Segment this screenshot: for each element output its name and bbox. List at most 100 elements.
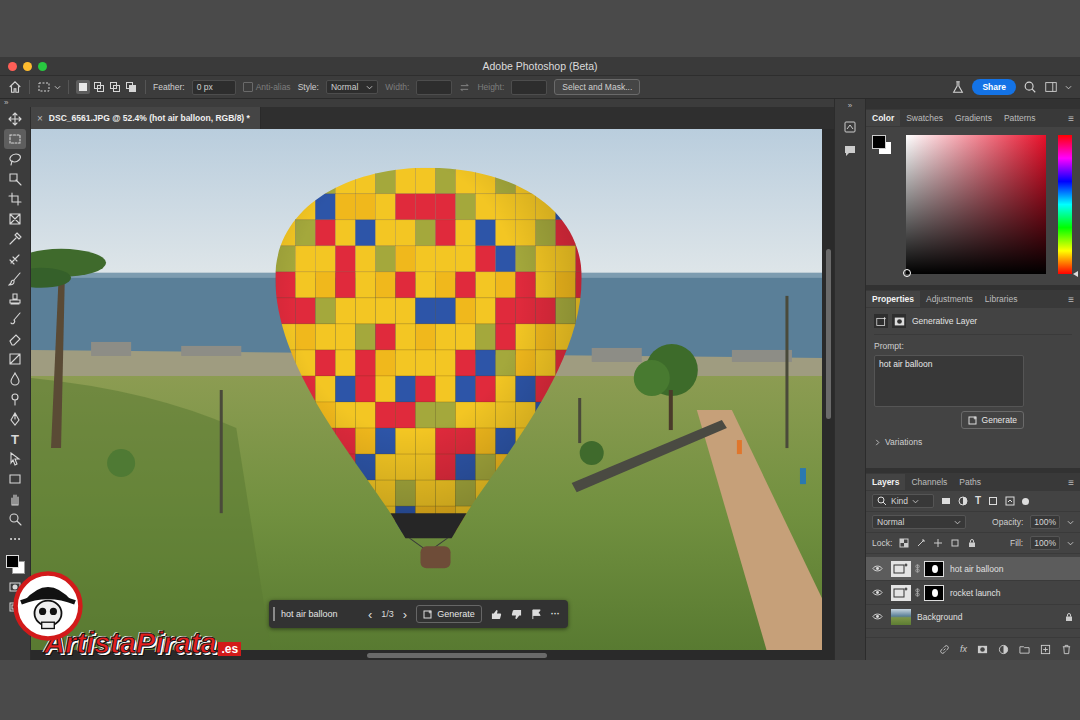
foreground-color-swatch[interactable] [872, 135, 886, 149]
panel-menu-button[interactable]: ≡ [1068, 477, 1074, 488]
zoom-window-button[interactable] [38, 62, 47, 71]
mask-link-icon[interactable] [915, 563, 920, 574]
height-field[interactable] [511, 80, 547, 95]
tool-button[interactable] [4, 269, 26, 289]
minimize-window-button[interactable] [23, 62, 32, 71]
link-layers-icon[interactable] [939, 644, 950, 655]
tool-button[interactable] [4, 409, 26, 429]
new-layer-icon[interactable] [1040, 644, 1051, 655]
collapse-toolbar-button[interactable]: » [4, 99, 8, 107]
tool-button[interactable] [4, 449, 26, 469]
tool-button[interactable] [4, 329, 26, 349]
adjustment-filter-icon[interactable] [958, 496, 968, 506]
flag-icon[interactable] [531, 609, 542, 620]
visibility-eye-icon[interactable] [872, 563, 883, 574]
tool-button[interactable] [4, 109, 26, 129]
thumbs-down-icon[interactable] [511, 609, 522, 620]
tool-button[interactable] [4, 129, 26, 149]
tool-button[interactable] [4, 229, 26, 249]
panel-tab[interactable]: Patterns [998, 110, 1042, 126]
layer-row[interactable]: hot air balloon [866, 557, 1080, 581]
filter-kind-select[interactable]: Kind [872, 494, 934, 508]
workspace-icon[interactable] [1044, 80, 1058, 94]
opacity-field[interactable]: 100% [1030, 515, 1060, 529]
feather-field[interactable]: 0 px [192, 80, 236, 95]
generate-button[interactable]: Generate [416, 605, 482, 623]
visibility-eye-icon[interactable] [872, 587, 883, 598]
tool-button[interactable] [4, 209, 26, 229]
foreground-background-swatches[interactable] [872, 135, 894, 157]
tool-button[interactable] [4, 169, 26, 189]
prompt-textarea[interactable]: hot air balloon [874, 355, 1024, 407]
width-field[interactable] [416, 80, 452, 95]
selection-mode-button[interactable] [92, 80, 106, 94]
pixel-filter-icon[interactable] [941, 496, 951, 506]
share-button[interactable]: Share [972, 79, 1016, 95]
tool-button[interactable] [4, 529, 26, 549]
layer-row[interactable]: rocket launch [866, 581, 1080, 605]
lock-pixels-icon[interactable] [916, 538, 926, 548]
tool-preset-picker[interactable] [37, 80, 61, 94]
tool-button[interactable] [4, 489, 26, 509]
checkbox-box[interactable] [243, 82, 253, 92]
panel-tab[interactable]: Libraries [979, 291, 1024, 307]
visibility-eye-icon[interactable] [872, 611, 883, 622]
panel-tab[interactable]: Adjustments [920, 291, 979, 307]
selection-mode-button[interactable] [108, 80, 122, 94]
lock-transparent-icon[interactable] [899, 538, 909, 548]
home-icon[interactable] [8, 80, 22, 94]
lock-all-icon[interactable] [967, 538, 977, 548]
style-select[interactable]: Normal [326, 80, 378, 94]
panel-tab[interactable]: Paths [953, 474, 987, 490]
panel-menu-button[interactable]: ≡ [1068, 294, 1074, 305]
tool-button[interactable] [4, 389, 26, 409]
hue-slider[interactable] [1058, 135, 1072, 274]
photo-canvas[interactable]: hot air balloon‹1/3›Generate··· [31, 129, 822, 650]
tool-button[interactable] [4, 249, 26, 269]
tool-button[interactable]: T [4, 429, 26, 449]
add-mask-icon[interactable] [977, 644, 988, 655]
filter-toggle[interactable] [1022, 498, 1029, 505]
tool-button[interactable] [4, 509, 26, 529]
flask-icon[interactable] [951, 80, 965, 94]
close-window-button[interactable] [8, 62, 17, 71]
previous-variation-button[interactable]: ‹ [368, 608, 372, 621]
layer-row[interactable]: Background [866, 605, 1080, 629]
lock-artboard-icon[interactable] [950, 538, 960, 548]
tool-button[interactable] [4, 369, 26, 389]
select-and-mask-button[interactable]: Select and Mask... [554, 79, 640, 95]
selection-mode-button[interactable] [76, 80, 90, 94]
tool-button[interactable] [4, 189, 26, 209]
learn-icon[interactable] [843, 120, 857, 134]
color-picker-marker[interactable] [903, 269, 911, 277]
panel-tab[interactable]: Color [866, 110, 900, 126]
layer-style-button[interactable]: fx [960, 644, 967, 654]
generate-button[interactable]: Generate [961, 411, 1024, 429]
smart-object-filter-icon[interactable] [1005, 496, 1015, 506]
swap-icon[interactable] [459, 82, 470, 93]
panel-tab[interactable]: Gradients [949, 110, 998, 126]
tool-button[interactable] [4, 349, 26, 369]
layer-mask-thumbnail[interactable] [924, 585, 944, 601]
adjustment-layer-icon[interactable] [998, 644, 1009, 655]
tool-button[interactable] [4, 149, 26, 169]
tool-button[interactable] [4, 289, 26, 309]
panel-tab[interactable]: Properties [866, 291, 920, 307]
variations-section[interactable]: Variations [874, 437, 1072, 447]
hue-marker[interactable] [1073, 271, 1078, 277]
panel-tab[interactable]: Layers [866, 474, 905, 490]
chevron-down-icon[interactable] [1067, 541, 1074, 546]
trash-icon[interactable] [1061, 644, 1072, 655]
color-field[interactable] [906, 135, 1046, 274]
vertical-scrollbar[interactable] [822, 129, 834, 660]
comment-icon[interactable] [843, 144, 857, 158]
panel-menu-button[interactable]: ≡ [1068, 113, 1074, 124]
selection-mode-button[interactable] [124, 80, 138, 94]
close-document-button[interactable]: × [37, 113, 43, 124]
prompt-field[interactable]: hot air balloon [273, 607, 359, 621]
thumbs-up-icon[interactable] [491, 609, 502, 620]
next-variation-button[interactable]: › [403, 608, 407, 621]
chevron-down-icon[interactable] [1067, 520, 1074, 525]
scroll-thumb[interactable] [367, 653, 547, 658]
foreground-color-swatch[interactable] [6, 555, 19, 568]
